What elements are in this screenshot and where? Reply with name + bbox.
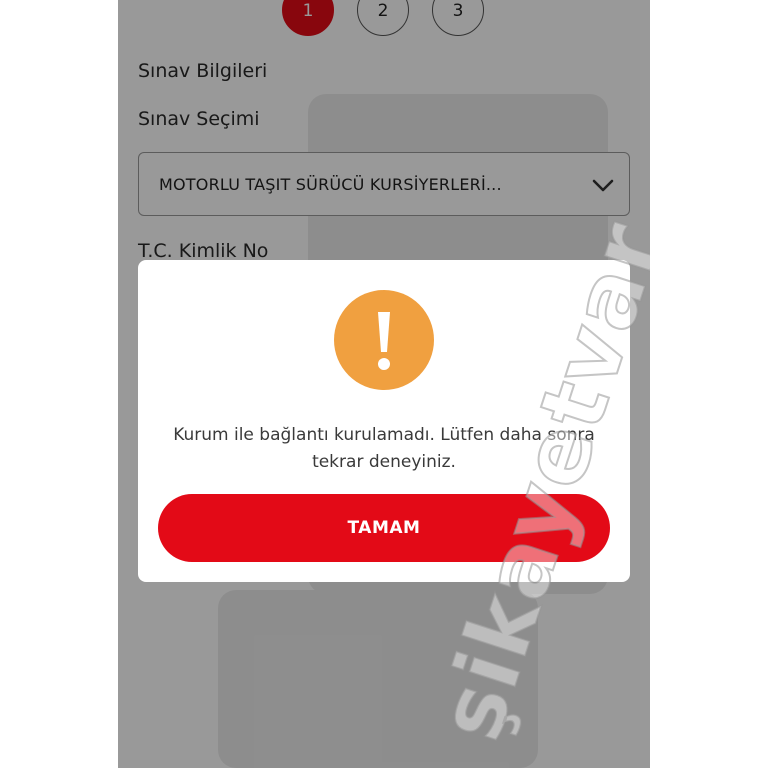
exclamation-icon [378, 312, 390, 370]
ok-button[interactable]: TAMAM [158, 494, 610, 562]
error-dialog: Kurum ile bağlantı kurulamadı. Lütfen da… [138, 260, 630, 582]
dialog-message: Kurum ile bağlantı kurulamadı. Lütfen da… [173, 425, 595, 472]
app-screen: 1 2 3 Sınav Bilgileri Sınav Seçimi MOTOR… [118, 0, 650, 768]
alert-icon-circle [334, 290, 434, 390]
